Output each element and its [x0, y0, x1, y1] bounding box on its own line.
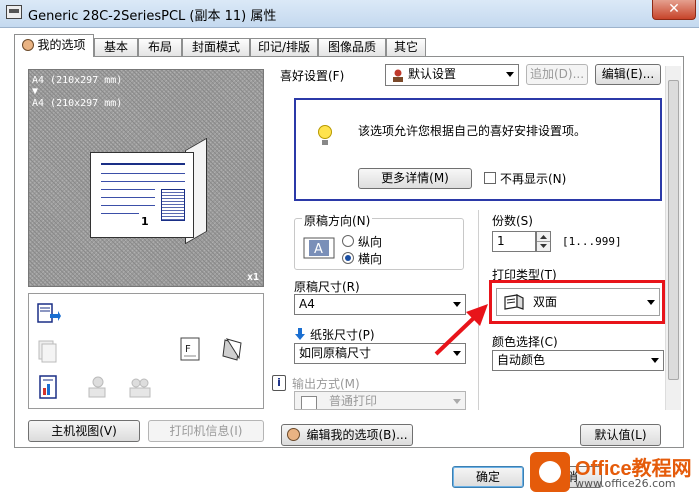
paper-size-label: 纸张尺寸(P) — [310, 328, 375, 342]
vertical-scrollbar[interactable] — [665, 66, 681, 410]
window-title: Generic 28C-2SeriesPCL (副本 11) 属性 — [28, 9, 277, 24]
copies-label: 份数(S) — [492, 214, 533, 228]
original-output-icon[interactable] — [35, 300, 61, 326]
page-line — [101, 197, 155, 198]
page-line — [101, 173, 185, 174]
orientation-preview-icon: A — [303, 237, 335, 259]
office-logo-icon — [530, 452, 570, 492]
chevron-down-icon — [651, 358, 659, 363]
preview-page: 1 — [90, 152, 194, 238]
watermark-url: www.office26.com — [575, 477, 676, 490]
orientation-label: 原稿方向(N) — [302, 212, 373, 229]
edit-my-options-button[interactable]: 编辑我的选项(B)... — [281, 424, 413, 446]
booklet-icon[interactable]: F — [177, 336, 203, 362]
portrait-radio[interactable] — [342, 235, 354, 247]
original-size-label: 原稿尺寸(R) — [294, 280, 360, 294]
page-line — [101, 213, 139, 214]
close-button[interactable]: ✕ — [652, 0, 696, 20]
edit-favorite-button[interactable]: 编辑(E)... — [595, 64, 661, 85]
page-line — [101, 205, 155, 206]
account-track-icon[interactable] — [127, 374, 153, 400]
tab-image-quality[interactable]: 图像品质 — [318, 38, 386, 56]
defaults-button[interactable]: 默认值(L) — [580, 424, 661, 446]
favorites-label: 喜好设置(F) — [280, 69, 345, 83]
color-select[interactable]: 自动颜色 — [492, 350, 664, 371]
info-icon[interactable]: i — [272, 375, 286, 391]
dont-show-label: 不再显示(N) — [500, 172, 567, 186]
annotation-highlight-box — [489, 280, 665, 324]
copies-mark: x1 — [247, 272, 260, 283]
tab-label: 我的选项 — [37, 38, 86, 52]
annotation-arrow — [434, 304, 488, 356]
copies-input[interactable]: 1 — [492, 231, 536, 252]
copies-range: [1...999] — [562, 235, 622, 248]
lightbulb-icon — [318, 125, 332, 145]
ok-button[interactable]: 确定 — [452, 466, 524, 488]
scrollbar-thumb[interactable] — [668, 80, 679, 380]
printer-info-button[interactable]: 打印机信息(I) — [148, 420, 264, 442]
favorites-selected: 默认设置 — [408, 67, 457, 81]
printer-icon — [6, 5, 22, 19]
user-settings-icon — [391, 68, 405, 82]
tab-my-options[interactable]: 我的选项 — [14, 34, 94, 57]
user-auth-icon[interactable] — [83, 374, 109, 400]
svg-text:F: F — [185, 344, 191, 355]
output-method-value: 普通打印 — [329, 394, 378, 408]
chevron-down-icon — [506, 72, 514, 77]
favorites-select[interactable]: 默认设置 — [385, 64, 519, 86]
landscape-radio[interactable] — [342, 252, 354, 264]
output-method-select[interactable]: 普通打印 — [294, 391, 466, 410]
chevron-down-icon — [453, 399, 461, 404]
edit-my-options-label: 编辑我的选项(B)... — [306, 428, 408, 442]
user-icon — [22, 39, 35, 51]
function-icon-panel: F — [28, 293, 264, 409]
add-favorite-button[interactable]: 追加(D)... — [526, 64, 588, 85]
color-value: 自动颜色 — [497, 353, 546, 367]
arrow-down-icon — [295, 328, 305, 340]
page-line — [101, 163, 185, 165]
tab-cover-mode[interactable]: 封面模式 — [182, 38, 250, 56]
landscape-label: 横向 — [358, 252, 383, 266]
punch-icon[interactable] — [219, 336, 245, 362]
tab-basic[interactable]: 基本 — [94, 38, 138, 56]
portrait-label: 纵向 — [358, 235, 383, 249]
tab-layout[interactable]: 布局 — [138, 38, 182, 56]
preview-source-size: A4 (210x297 mm) — [32, 75, 123, 86]
output-method-label: 输出方式(M) — [292, 377, 360, 391]
copies-stepper[interactable] — [536, 231, 551, 252]
staple-icon[interactable] — [35, 338, 61, 364]
info-text: 该选项允许您根据自己的喜好安排设置项。 — [358, 124, 587, 138]
tab-other[interactable]: 其它 — [386, 38, 426, 56]
page-line — [101, 181, 185, 182]
preview-target-size: A4 (210x297 mm) — [32, 98, 123, 109]
dont-show-checkbox[interactable] — [484, 172, 496, 184]
page-image-block — [161, 189, 185, 221]
user-icon — [287, 428, 300, 441]
page-line — [101, 189, 155, 190]
paper-size-value: 如同原稿尺寸 — [299, 346, 372, 360]
more-details-button[interactable]: 更多详情(M) — [358, 168, 472, 189]
preview-arrow: ▼ — [32, 86, 39, 97]
print-preview: A4 (210x297 mm) ▼ A4 (210x297 mm) 1 x1 — [28, 69, 264, 287]
print-icon — [301, 396, 317, 409]
original-size-value: A4 — [299, 297, 315, 311]
tab-stamp-compose[interactable]: 印记/排版 — [250, 38, 318, 56]
svg-text:A: A — [314, 242, 323, 257]
color-select-label: 颜色选择(C) — [492, 335, 558, 349]
title-bar: Generic 28C-2SeriesPCL (副本 11) 属性 ✕ — [0, 0, 699, 28]
page-number: 1 — [141, 215, 149, 228]
info-box: 该选项允许您根据自己的喜好安排设置项。 更多详情(M) 不再显示(N) — [294, 98, 662, 201]
host-view-button[interactable]: 主机视图(V) — [28, 420, 140, 442]
report-icon[interactable] — [35, 374, 61, 400]
